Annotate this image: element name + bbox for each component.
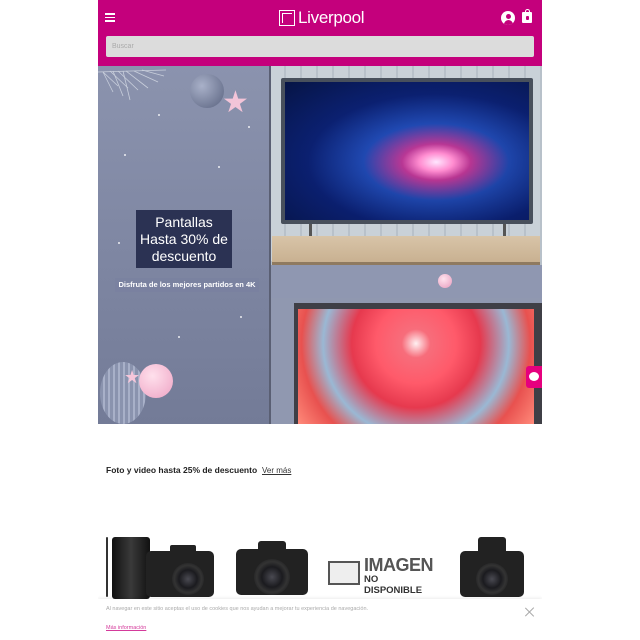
see-more-link[interactable]: Ver más (262, 466, 291, 475)
camera-lens-icon (172, 563, 204, 595)
sparkle (118, 242, 120, 244)
camera-lens-icon (254, 559, 290, 595)
ornament-ball (190, 74, 224, 108)
promo-headline-line: descuento (151, 248, 217, 264)
cookie-text: Al navegar en este sitio aceptas el uso … (106, 606, 369, 612)
logo-text: Liverpool (298, 8, 365, 27)
camera-top-icon (258, 541, 286, 553)
banner-vertical-divider (269, 66, 271, 424)
no-image-subtitle: NO DISPONIBLE (364, 574, 423, 596)
user-icon[interactable] (501, 11, 515, 25)
camera-flash-icon (478, 537, 506, 555)
carousel-edge (106, 537, 108, 597)
product-carousel: IMAGEN NO DISPONIBLE (106, 535, 542, 599)
section-title: Foto y video hasta 25% de descuento (106, 465, 258, 475)
cookie-more-info-link[interactable]: Más información (106, 625, 146, 631)
no-image-title: IMAGEN (364, 555, 434, 575)
header: Liverpool (98, 0, 542, 66)
menu-icon[interactable] (105, 13, 115, 22)
cookie-banner: Al navegar en este sitio aceptas el uso … (98, 599, 542, 640)
shopping-bag-icon[interactable] (522, 9, 532, 23)
promo-headline-line: Hasta 30% de (140, 231, 228, 247)
telephoto-lens-icon (112, 537, 150, 599)
sparkle (248, 126, 250, 128)
logo[interactable]: Liverpool (279, 8, 365, 28)
product-card[interactable] (106, 535, 218, 599)
sparkle (178, 336, 180, 338)
app-root: Liverpool ★ ★ (98, 0, 542, 640)
chat-icon[interactable] (526, 366, 542, 388)
ornament-small (438, 274, 452, 288)
tv-stand (299, 224, 516, 236)
banner-divider (270, 265, 542, 298)
promo-headline-line: Pantallas (155, 214, 213, 230)
sparkle (240, 316, 242, 318)
logo-icon (279, 10, 295, 26)
tv-image-bottom (294, 303, 542, 424)
pine-branch-decoration (98, 69, 167, 101)
star-decoration-small: ★ (124, 367, 141, 387)
star-decoration: ★ (222, 86, 249, 119)
promo-subtitle: Disfruta de los mejores partidos en 4K (115, 278, 259, 292)
tv-shelf (272, 236, 540, 263)
tv-image-top (281, 78, 533, 224)
product-card-no-image[interactable]: IMAGEN NO DISPONIBLE (328, 555, 436, 596)
sparkle (158, 114, 160, 116)
sparkle (218, 166, 220, 168)
ornament-ball-pink (139, 364, 173, 398)
camera-lens-icon (476, 563, 508, 595)
product-card[interactable] (458, 535, 528, 599)
promo-banner[interactable]: ★ ★ Pantallas Hasta 30% de descuento Dis… (98, 66, 542, 424)
promo-headline: Pantallas Hasta 30% de descuento (136, 210, 232, 268)
camera-top-icon (170, 545, 196, 555)
sparkle (124, 154, 126, 156)
no-image-icon (328, 561, 360, 585)
close-icon[interactable] (524, 606, 536, 618)
search-input[interactable] (106, 36, 534, 57)
product-card[interactable] (234, 535, 310, 599)
